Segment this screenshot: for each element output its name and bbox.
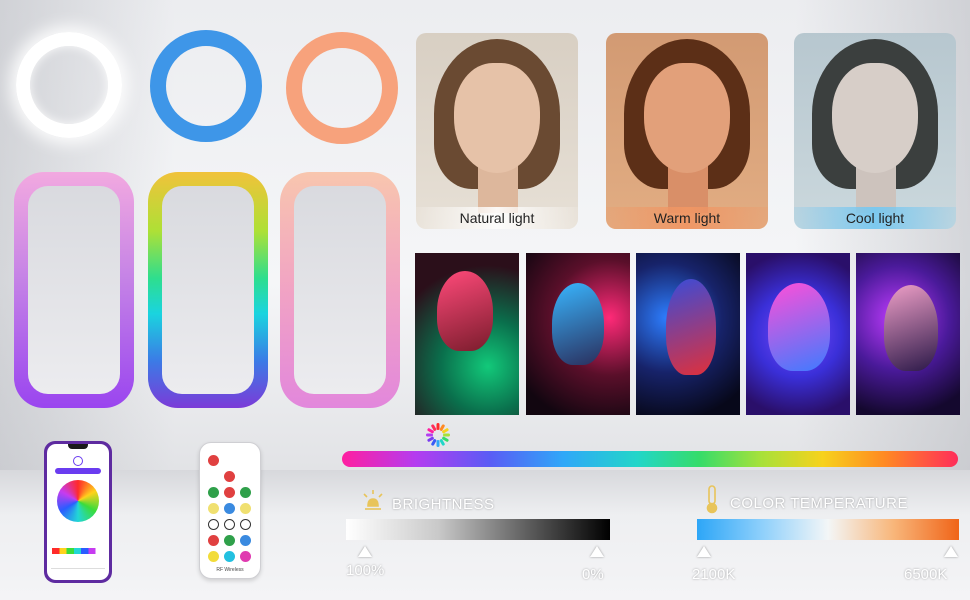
phone-screen [47,444,109,580]
remote-white-button [224,519,235,530]
color-temperature-label: COLOR TEMPERATURE [730,495,908,512]
temperature-max-marker [944,546,958,557]
brightness-max-value: 0% [582,566,604,583]
app-color-wheel [57,480,99,522]
neon-photo-1 [415,253,519,415]
brightness-min-value: 100% [346,562,385,579]
neon-photo-5 [856,253,960,415]
remote-b-button [240,535,251,546]
remote-r-button [208,535,219,546]
brightness-gradient-bar [346,519,610,540]
remote-button-red-2 [224,487,235,498]
portrait-cool-light: Cool light [794,33,956,229]
portrait-caption: Cool light [794,207,956,229]
remote-brightness-button-2 [240,503,251,514]
frame-inner [28,186,120,394]
neon-photo-2 [526,253,630,415]
neon-photo-figure [768,283,830,371]
remote-lock-button [208,519,219,530]
app-bottom-nav [51,568,105,576]
app-tab-bar [55,468,101,474]
temperature-min-value: 2100K [692,566,736,583]
ring-light-white [16,32,122,138]
portrait-face [644,63,730,173]
color-temperature-gradient-bar [697,519,959,540]
portrait-caption: Warm light [606,207,768,229]
remote-cyan-button [224,551,235,562]
remote-button-green [208,487,219,498]
portrait-face [454,63,540,173]
remote-brand-label: RF Wireless [216,567,244,573]
remote-button-blue [224,503,235,514]
remote-brightness-button [208,503,219,514]
remote-magenta-button [240,551,251,562]
remote-mode-button [240,519,251,530]
phone-notch [68,444,88,449]
portrait-face [832,63,918,173]
remote-yellow-button [208,551,219,562]
ring-light-peach [286,32,398,144]
brightness-label: BRIGHTNESS [392,496,495,513]
neon-photo-3 [636,253,740,415]
neon-photo-figure [552,283,604,365]
remote-power-button [208,455,219,466]
app-color-swatches [52,548,104,554]
frame-light-rainbow [148,172,268,408]
temperature-min-marker [697,546,711,557]
rgb-spectrum-bar [342,451,958,467]
portrait-caption: Natural light [416,207,578,229]
ring-light-blue [150,30,262,142]
remote-button-red [224,471,235,482]
temperature-max-value: 6500K [904,566,948,583]
smartphone-app [44,441,112,583]
portrait-natural-light: Natural light [416,33,578,229]
thermometer-icon [706,485,718,514]
neon-photo-figure [437,271,493,351]
neon-photo-figure [884,285,938,371]
remote-button-green-2 [240,487,251,498]
frame-inner [294,186,386,394]
power-icon [73,456,83,466]
rf-remote: RF Wireless [199,442,261,579]
brightness-max-marker [590,546,604,557]
frame-light-pink [280,172,400,408]
remote-g-button [224,535,235,546]
neon-photo-figure [666,279,716,375]
brightness-min-marker [358,546,372,557]
neon-photo-4 [746,253,850,415]
frame-light-purple [14,172,134,408]
portrait-warm-light: Warm light [606,33,768,229]
bulb-icon [363,490,383,510]
frame-inner [162,186,254,394]
color-wheel-icon [426,423,450,447]
